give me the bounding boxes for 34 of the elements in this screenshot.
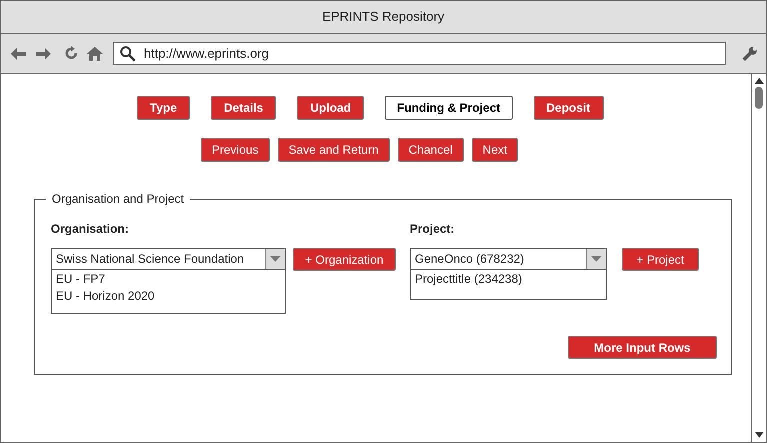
scroll-up-icon[interactable] [754,78,764,84]
step-tab[interactable]: Upload [297,96,364,120]
caret-icon [270,256,281,262]
caret-icon [591,256,602,262]
step-tab[interactable]: Type [137,96,190,120]
project-dropdown[interactable]: GeneOnco (678232) [410,248,607,270]
more-input-rows-button[interactable]: More Input Rows [568,336,717,359]
field-label: Project: [410,221,456,237]
add-project-button[interactable]: + Project [622,248,699,271]
reload-icon[interactable] [64,46,79,61]
nav-button[interactable]: Save and Return [278,138,390,162]
address-field[interactable]: http://www.eprints.org [113,42,726,65]
scrollbar-thumb[interactable] [755,87,763,109]
search-icon [120,46,136,62]
nav-button[interactable]: Next [472,138,518,162]
add-organisation-button[interactable]: + Organization [293,248,396,271]
wrench-icon[interactable] [742,46,758,62]
scroll-down-icon[interactable] [754,432,764,438]
step-tab[interactable]: Funding & Project [385,96,512,120]
section-legend: Organisation and Project [46,191,190,207]
home-icon[interactable] [87,46,103,60]
forward-icon[interactable] [35,46,52,60]
list-option[interactable]: EU - FP7 [56,271,281,288]
organisation-dropdown[interactable]: Swiss National Science Foundation [51,248,286,270]
scrollbar[interactable] [751,74,766,442]
list-option[interactable]: EU - Horizon 2020 [56,288,281,305]
step-tab[interactable]: Deposit [534,96,604,120]
nav-button[interactable]: Chancel [398,138,464,162]
back-icon[interactable] [10,46,27,60]
nav-button[interactable]: Previous [201,138,270,162]
field-label: Organisation: [51,221,130,237]
step-tab[interactable]: Details [211,96,276,120]
list-option[interactable]: Projecttitle (234238) [415,271,602,288]
window-title: EPRINTS Repository [322,8,445,26]
